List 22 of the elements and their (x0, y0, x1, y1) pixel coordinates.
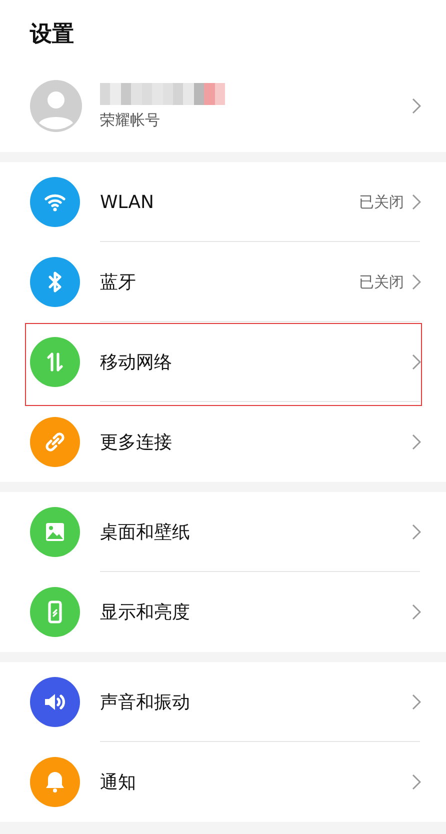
setting-label: 更多连接 (100, 431, 173, 454)
setting-label: WLAN (100, 192, 156, 212)
setting-label: 蓝牙 (100, 271, 137, 294)
page-title: 设置 (28, 21, 75, 49)
chevron-icon (412, 274, 421, 290)
setting-label: 通知 (100, 771, 137, 794)
chevron-icon (412, 694, 421, 710)
setting-label: 移动网络 (100, 351, 173, 374)
setting-status: 已关闭 (359, 192, 404, 212)
setting-label: 显示和亮度 (100, 601, 191, 624)
chevron-icon (412, 434, 421, 450)
setting-label: 声音和振动 (100, 691, 191, 714)
setting-label: 桌面和壁纸 (100, 521, 191, 544)
chevron-icon (412, 604, 421, 620)
chevron-icon (412, 354, 421, 370)
chevron-icon (412, 774, 421, 790)
avatar-icon (30, 80, 82, 132)
chevron-icon (412, 524, 421, 540)
chevron-icon (412, 194, 421, 210)
account-label: 荣耀帐号 (100, 110, 161, 130)
chevron-icon (412, 98, 421, 114)
setting-status: 已关闭 (359, 272, 404, 292)
